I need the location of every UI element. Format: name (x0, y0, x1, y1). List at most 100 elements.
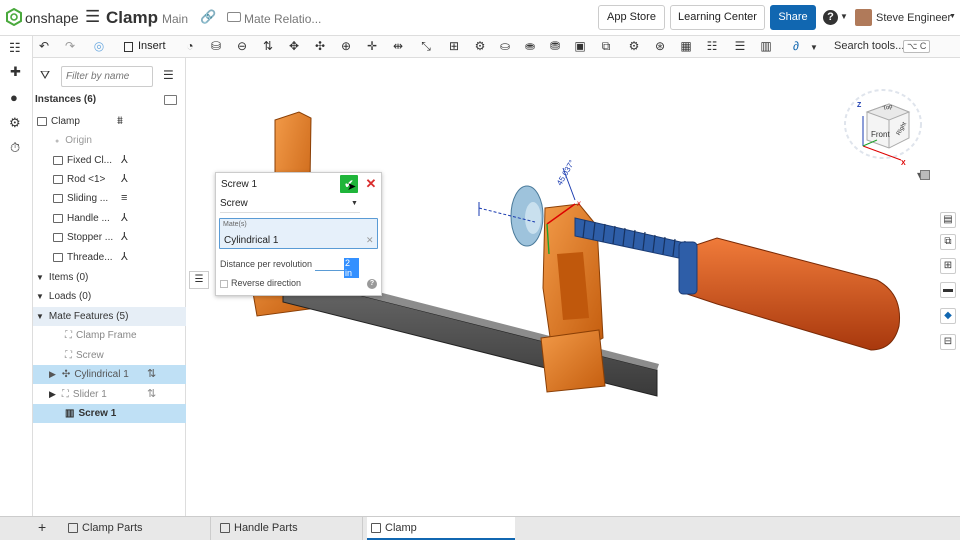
regenerate-icon[interactable]: ◎ (91, 39, 107, 53)
appearance-icon[interactable]: ⧉ (940, 234, 956, 250)
close-button[interactable]: ✕ (364, 175, 378, 193)
tab-clamp[interactable]: Clamp (367, 517, 515, 540)
insert-icon[interactable] (124, 42, 133, 52)
list-item-slider-1[interactable]: ▶ ⛶ Slider 1 ⇅ (33, 385, 186, 404)
chevron-right-icon[interactable]: ▶ (49, 389, 56, 399)
list-item-origin[interactable]: ● Origin (33, 131, 186, 150)
cylindrical-mate-icon[interactable]: ✣ (312, 39, 328, 53)
pattern-icon[interactable]: ⧉ (598, 39, 614, 54)
tab-clamp-parts[interactable]: Clamp Parts (64, 517, 211, 540)
group-icon[interactable]: ⊞ (446, 39, 462, 53)
onshape-logo[interactable] (6, 7, 22, 27)
list-item-clamp-frame[interactable]: ⛶ Clamp Frame (33, 326, 186, 345)
redo-icon[interactable]: ↷ (62, 39, 78, 53)
planar-mate-icon[interactable]: ✥ (286, 39, 302, 53)
filter-input[interactable] (61, 66, 153, 87)
help-icon[interactable]: ? (367, 279, 377, 289)
properties-icon[interactable]: ▤ (940, 212, 956, 228)
help-icon[interactable]: ? (823, 10, 838, 25)
link-icon[interactable]: 🔗 (200, 9, 216, 25)
learning-center-button[interactable]: Learning Center (670, 5, 765, 30)
cube-front-label[interactable]: Front (871, 130, 890, 139)
list-item-handle[interactable]: Handle ... ⅄ (33, 209, 186, 228)
fastened-mate-icon[interactable]: ⛁ (208, 39, 224, 53)
search-shortcut-badge: ⌥ C (903, 40, 931, 53)
list-item-threaded[interactable]: Threade... ⅄ (33, 248, 186, 267)
ball-mate-icon[interactable]: ✛ (364, 39, 380, 53)
list-item-clamp[interactable]: Clamp ⩩ (33, 112, 186, 131)
mates-value[interactable]: Cylindrical 1 (224, 235, 278, 246)
rack-pinion-icon[interactable]: ⛀ (497, 39, 513, 53)
user-menu-chevron-icon[interactable]: ▼ (949, 13, 956, 20)
add-tab-icon[interactable]: + (38, 519, 46, 535)
screw-relation-icon[interactable]: ⛂ (522, 39, 538, 53)
distance-input[interactable]: 2 in (315, 257, 359, 278)
configurations-icon[interactable]: ⚙ (9, 115, 21, 131)
linear-relation-icon[interactable]: ⛃ (547, 39, 563, 53)
gear-relation-icon[interactable]: ⚙ (472, 39, 488, 53)
bom-icon[interactable]: ☰ (732, 39, 748, 53)
list-item-fixed-clamp[interactable]: Fixed Cl... ⅄ (33, 151, 186, 170)
view-cube[interactable]: Top Front Right Z X (837, 74, 927, 174)
mates-field[interactable]: Mate(s) Cylindrical 1 ✕ (219, 218, 378, 249)
avatar[interactable] (855, 9, 872, 26)
dropdown-chevron-icon[interactable]: ▼ (351, 200, 358, 207)
mate-connector-icon[interactable]: ◔ (182, 39, 198, 53)
list-item-screw[interactable]: ⛶ Screw (33, 346, 186, 365)
filter-icon[interactable]: ⛛ (40, 68, 50, 83)
new-folder-icon[interactable] (164, 95, 177, 105)
insert-button[interactable]: Insert (138, 40, 166, 52)
graphics-area[interactable]: 45.037° x Top Front Right Z X ▾ Screw 1 … (187, 58, 936, 516)
branch-label[interactable]: Main (162, 12, 188, 26)
cube-menu-icon[interactable] (920, 170, 930, 180)
list-item-rod[interactable]: Rod <1> ⅄ (33, 170, 186, 189)
list-view-icon[interactable]: ☰ (163, 68, 174, 82)
remove-mate-icon[interactable]: ✕ (366, 235, 374, 246)
undo-icon[interactable]: ↶ (36, 39, 52, 53)
parallel-mate-icon[interactable]: ⇹ (390, 39, 406, 53)
list-item-sliding[interactable]: Sliding ... ≡ (33, 189, 186, 208)
document-title[interactable]: Clamp (106, 8, 158, 28)
reverse-checkbox[interactable] (220, 280, 228, 288)
parts-icon[interactable]: ⊞ (940, 258, 956, 274)
animate-icon[interactable]: ∂ (788, 39, 804, 53)
user-name[interactable]: Steve Engineer (876, 12, 951, 24)
reverse-label[interactable]: Reverse direction (231, 278, 301, 288)
mate-icon[interactable]: ⚙ (626, 39, 642, 53)
collapse-panel-icon[interactable]: ☰ (189, 271, 209, 289)
display-states-icon[interactable]: ▥ (758, 39, 774, 53)
app-store-button[interactable]: App Store (598, 5, 665, 30)
tangent-mate-icon[interactable]: ⤡ (418, 39, 434, 54)
explode-icon[interactable]: ⊛ (652, 39, 668, 53)
render-icon[interactable]: ▬ (940, 282, 956, 298)
comments-icon[interactable]: ● (10, 90, 18, 105)
more-chevron-icon[interactable]: ▼ (806, 43, 822, 52)
feature-list-icon[interactable]: ☷ (9, 40, 21, 56)
pin-slot-mate-icon[interactable]: ⊕ (338, 39, 354, 53)
bom-panel-icon[interactable]: ◆ (940, 308, 956, 324)
loads-header[interactable]: ▼ Loads (0) (33, 287, 186, 306)
list-item-screw-1[interactable]: ▥ Screw 1 (33, 404, 186, 423)
breadcrumb[interactable]: Mate Relatio... (244, 12, 321, 26)
notes-icon[interactable]: ⊟ (940, 334, 956, 350)
part-icon (53, 155, 63, 165)
revolute-mate-icon[interactable]: ⊖ (234, 39, 250, 53)
chevron-down-icon[interactable]: ▼ (840, 12, 848, 21)
search-tools-button[interactable]: Search tools... (834, 40, 904, 52)
angle-dimension-label: 45.037° (555, 159, 577, 187)
list-item-stopper[interactable]: Stopper ... ⅄ (33, 228, 186, 247)
list-item-cylindrical-1[interactable]: ▶ ✣ Cylindrical 1 ⇅ (33, 365, 186, 384)
mate-type-select[interactable]: Screw (220, 195, 360, 213)
mate-features-header[interactable]: ▼ Mate Features (5) (33, 307, 186, 326)
menu-icon[interactable]: ☰ (85, 7, 100, 27)
share-button[interactable]: Share (770, 5, 816, 30)
replicate-icon[interactable]: ▣ (572, 39, 588, 53)
slider-mate-icon[interactable]: ⇅ (260, 39, 276, 53)
chevron-right-icon[interactable]: ▶ (49, 369, 56, 379)
section-view-icon[interactable]: ▦ (678, 39, 694, 53)
variables-icon[interactable]: ✚ (10, 64, 21, 80)
tab-handle-parts[interactable]: Handle Parts (216, 517, 363, 540)
items-header[interactable]: ▼ Items (0) (33, 268, 186, 287)
history-icon[interactable]: ⏱ (10, 140, 20, 156)
measure-icon[interactable]: ☷ (704, 39, 720, 53)
